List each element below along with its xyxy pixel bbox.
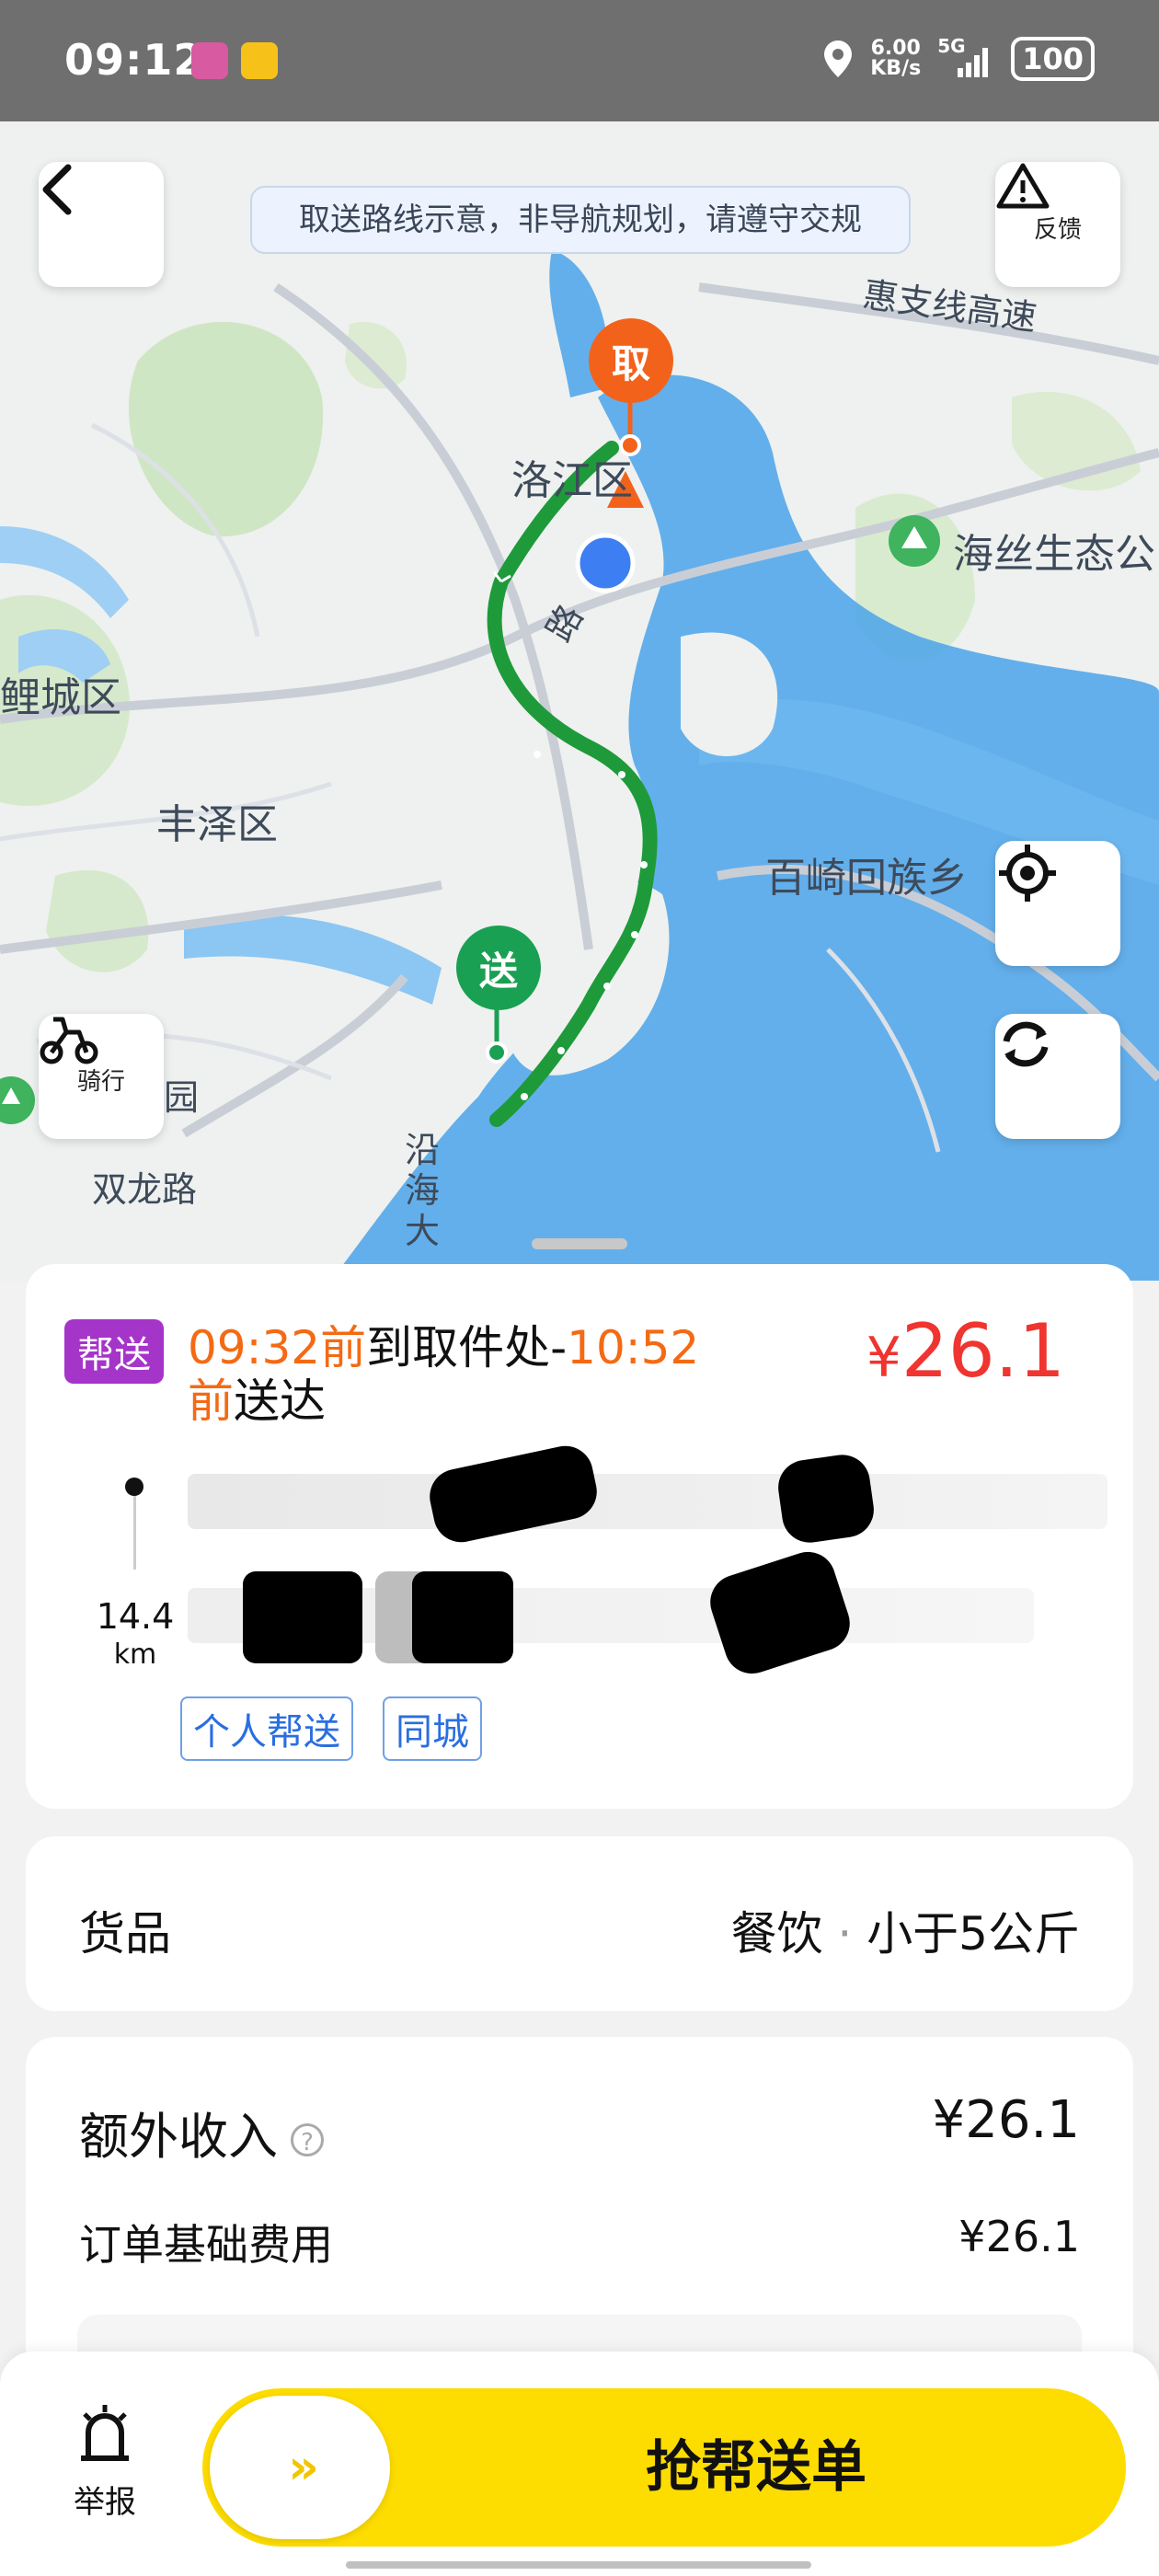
order-type-badge: 帮送 xyxy=(64,1319,164,1384)
slider-knob[interactable]: » xyxy=(210,2396,390,2539)
order-card[interactable]: 帮送 09:32前到取件处-10:52 前送达 ¥26.1 14.4 km 个人帮… xyxy=(26,1264,1133,1809)
park-marker-icon xyxy=(0,1064,37,1137)
warning-triangle-icon xyxy=(996,163,1050,209)
base-fee-label: 订单基础费用 xyxy=(79,2220,333,2270)
chevron-left-icon xyxy=(42,164,72,215)
route-line xyxy=(133,1496,136,1570)
grab-order-label: 抢帮送单 xyxy=(646,2435,866,2500)
map-label-shuanglong: 双龙路 xyxy=(92,1169,198,1210)
grab-order-slider[interactable]: » 抢帮送单 xyxy=(202,2388,1126,2547)
map-label-yanhai: 沿 海 大 xyxy=(405,1130,441,1251)
goods-label: 货品 xyxy=(79,1907,171,1961)
route-distance: 14.4 km xyxy=(96,1596,175,1671)
battery-indicator: 100 xyxy=(1011,37,1095,81)
alarm-icon xyxy=(81,2405,129,2461)
tag-personal-delivery: 个人帮送 xyxy=(180,1696,353,1761)
help-icon[interactable]: ? xyxy=(291,2123,324,2157)
status-time: 09:12 xyxy=(64,35,204,85)
goods-value: 餐饮 · 小于5公斤 xyxy=(730,1907,1080,1961)
extra-income-value: ¥26.1 xyxy=(932,2090,1080,2150)
dropoff-pin: 送 xyxy=(456,926,541,1010)
route-map[interactable]: 取 送 洛江区 海丝生态公 鲤城区 丰泽区 百崎回族乡 惠支线高速 双龙路 园 … xyxy=(0,121,1159,1281)
status-bar: 09:12 6.00 KB/s 5G 100 xyxy=(0,0,1159,121)
delivery-timeline: 09:32前到取件处-10:52 前送达 xyxy=(188,1321,700,1428)
refresh-button[interactable] xyxy=(995,1014,1120,1139)
goods-card: 货品 餐饮 · 小于5公斤 xyxy=(26,1836,1133,2011)
sheet-drag-handle[interactable] xyxy=(532,1238,627,1249)
locate-button[interactable] xyxy=(995,841,1120,966)
crosshair-icon xyxy=(999,845,1056,902)
bottom-action-bar: 举报 » 抢帮送单 xyxy=(0,2352,1159,2576)
route-start-dot xyxy=(125,1478,143,1496)
home-indicator[interactable] xyxy=(346,2561,811,2569)
map-label-baiqi: 百崎回族乡 xyxy=(765,855,968,902)
app-notification-icon xyxy=(241,42,278,79)
scooter-icon xyxy=(40,1017,98,1064)
map-label-yuan: 园 xyxy=(164,1077,200,1118)
map-label-licheng: 鲤城区 xyxy=(0,674,121,721)
route-disclaimer: 取送路线示意，非导航规划，请遵守交规 xyxy=(250,186,911,254)
order-price: ¥26.1 xyxy=(866,1308,1065,1394)
ride-mode-button[interactable]: 骑行 xyxy=(39,1014,164,1139)
app-notification-icon xyxy=(191,42,228,79)
location-icon xyxy=(824,40,853,77)
refresh-icon xyxy=(1003,1021,1049,1067)
map-label-fengze: 丰泽区 xyxy=(156,801,278,848)
signal-icon: 5G xyxy=(937,35,994,79)
base-fee-value: ¥26.1 xyxy=(958,2212,1080,2261)
network-speed: 6.00 KB/s xyxy=(870,37,922,80)
extra-income-label: 额外收入? xyxy=(79,2096,324,2168)
back-button[interactable] xyxy=(39,162,164,287)
report-button[interactable]: 举报 xyxy=(59,2401,151,2522)
map-label-luojiang: 洛江区 xyxy=(511,457,633,504)
feedback-button[interactable]: 反馈 xyxy=(995,162,1120,287)
map-label-haisi-park: 海丝生态公 xyxy=(953,531,1155,578)
pickup-pin: 取 xyxy=(589,318,673,403)
tag-same-city: 同城 xyxy=(383,1696,482,1761)
